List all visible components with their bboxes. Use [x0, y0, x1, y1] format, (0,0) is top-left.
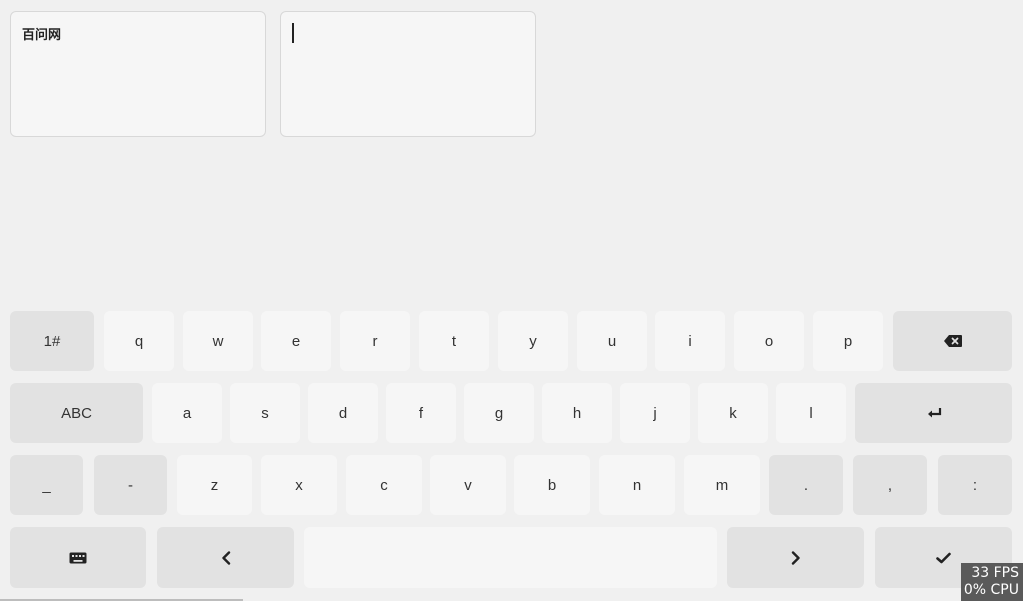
key-label: e: [291, 332, 301, 350]
key-j[interactable]: j: [620, 383, 690, 443]
key-o[interactable]: o: [734, 311, 804, 371]
hide-keyboard-key[interactable]: [10, 527, 146, 588]
performance-monitor: 33 FPS 0% CPU: [961, 563, 1023, 601]
key-hyphen[interactable]: -: [94, 455, 167, 515]
enter-key[interactable]: [855, 383, 1012, 443]
chevron-right-icon: [791, 550, 801, 565]
key-h[interactable]: h: [542, 383, 612, 443]
key-comma[interactable]: ,: [853, 455, 927, 515]
backspace-icon: [943, 335, 962, 347]
cursor-left-key[interactable]: [157, 527, 294, 588]
key-e[interactable]: e: [261, 311, 331, 371]
key-label: i: [688, 332, 692, 350]
key-label: .: [803, 476, 809, 494]
key-label: a: [182, 404, 192, 422]
key-label: f: [418, 404, 424, 422]
checkmark-icon: [936, 552, 951, 564]
key-colon[interactable]: :: [938, 455, 1012, 515]
key-w[interactable]: w: [183, 311, 253, 371]
key-z[interactable]: z: [177, 455, 252, 515]
text-area-left[interactable]: 百问网: [10, 11, 266, 137]
key-label: d: [338, 404, 348, 422]
key-label: g: [494, 404, 504, 422]
key-period[interactable]: .: [769, 455, 843, 515]
keyboard-icon: [69, 552, 87, 564]
key-g[interactable]: g: [464, 383, 534, 443]
key-x[interactable]: x: [261, 455, 337, 515]
text-cursor: [292, 23, 294, 43]
key-q[interactable]: q: [104, 311, 174, 371]
key-label: -: [128, 476, 133, 494]
key-label: y: [529, 332, 537, 350]
key-c[interactable]: c: [346, 455, 422, 515]
chevron-left-icon: [221, 550, 231, 565]
key-v[interactable]: v: [430, 455, 506, 515]
key-label: j: [653, 404, 657, 422]
key-label: m: [715, 476, 729, 494]
backspace-key[interactable]: [893, 311, 1012, 371]
key-label: :: [972, 476, 978, 494]
key-f[interactable]: f: [386, 383, 456, 443]
key-label: c: [380, 476, 388, 494]
key-label: l: [809, 404, 813, 422]
key-label: n: [632, 476, 642, 494]
cpu-readout: 0% CPU: [963, 582, 1019, 598]
key-mode-letters-label: ABC: [61, 404, 92, 422]
key-m[interactable]: m: [684, 455, 760, 515]
key-b[interactable]: b: [514, 455, 590, 515]
enter-icon: [926, 407, 942, 419]
text-area-left-value: 百问网: [22, 28, 62, 43]
fps-readout: 33 FPS: [971, 565, 1019, 581]
key-mode-letters[interactable]: ABC: [10, 383, 143, 443]
key-n[interactable]: n: [599, 455, 675, 515]
key-label: r: [372, 332, 378, 350]
text-area-right[interactable]: [280, 11, 536, 137]
key-label: k: [729, 404, 737, 422]
key-s[interactable]: s: [230, 383, 300, 443]
key-label: w: [212, 332, 224, 350]
key-label: q: [134, 332, 144, 350]
key-label: u: [607, 332, 617, 350]
key-u[interactable]: u: [577, 311, 647, 371]
key-k[interactable]: k: [698, 383, 768, 443]
key-label: _: [42, 476, 51, 494]
key-mode-symbols-label: 1#: [43, 332, 61, 350]
key-label: s: [261, 404, 269, 422]
on-screen-keyboard: 1# q w e r t y u i o p ABC a s d f g h j…: [0, 300, 1023, 601]
key-label: h: [572, 404, 582, 422]
key-y[interactable]: y: [498, 311, 568, 371]
key-mode-symbols[interactable]: 1#: [10, 311, 94, 371]
key-label: o: [764, 332, 774, 350]
key-label: z: [210, 476, 219, 494]
key-t[interactable]: t: [419, 311, 489, 371]
key-d[interactable]: d: [308, 383, 378, 443]
cursor-right-key[interactable]: [727, 527, 864, 588]
key-label: p: [843, 332, 853, 350]
key-r[interactable]: r: [340, 311, 410, 371]
key-label: ,: [887, 476, 893, 494]
key-label: t: [451, 332, 457, 350]
key-label: b: [547, 476, 557, 494]
space-key[interactable]: [304, 527, 717, 588]
key-label: v: [464, 476, 472, 494]
key-i[interactable]: i: [655, 311, 725, 371]
key-label: x: [295, 476, 303, 494]
key-p[interactable]: p: [813, 311, 883, 371]
key-underscore[interactable]: _: [10, 455, 83, 515]
key-l[interactable]: l: [776, 383, 846, 443]
key-a[interactable]: a: [152, 383, 222, 443]
